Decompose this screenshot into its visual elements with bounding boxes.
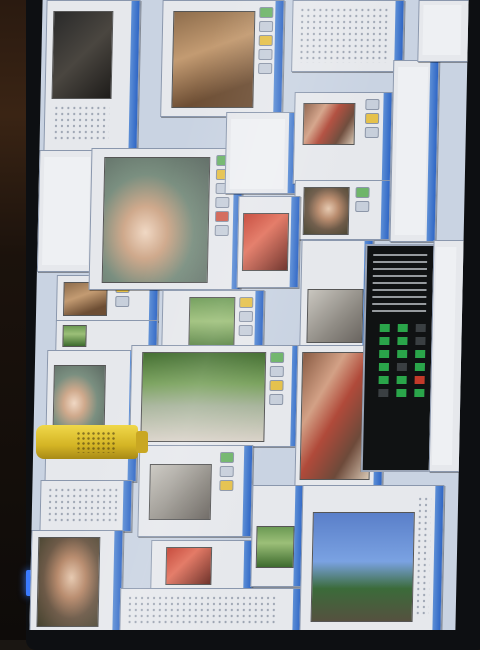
photo-window[interactable] [250,485,305,587]
window-buttons [257,7,274,110]
window-content [422,5,462,55]
photo-window[interactable] [389,60,440,242]
window-content [42,157,91,265]
photo-window[interactable] [129,345,302,447]
yellow-bottle [36,425,148,459]
photo-window[interactable] [160,0,285,117]
window-controls [414,496,432,616]
photo-window[interactable] [299,240,374,347]
photo-window[interactable] [119,588,303,630]
photo-window[interactable] [150,540,254,590]
window-buttons [364,99,380,177]
photo-window[interactable] [292,92,393,184]
photo-thumbnail [255,526,295,568]
photo-window[interactable] [43,0,141,152]
photo-thumbnail [101,157,211,283]
photo-thumbnail [302,103,356,145]
window-titlebar[interactable] [273,1,284,116]
activity-indicators [378,324,426,397]
photo-window[interactable] [39,480,133,532]
photo-thumbnail [241,213,290,271]
photo-thumbnail [62,325,87,347]
photo-window[interactable] [137,445,254,537]
monitor-screen [29,0,469,630]
window-titlebar[interactable] [432,486,444,630]
photo-window[interactable] [291,0,405,72]
photo-thumbnail [310,512,415,622]
window-titlebar[interactable] [380,181,390,239]
photo-window[interactable] [417,0,469,62]
photo-window[interactable] [29,530,124,630]
photo-thumbnail [51,11,114,99]
bottle-print [76,431,116,453]
window-titlebar[interactable] [289,197,300,287]
photo-thumbnail [148,464,212,520]
window-content [394,67,429,235]
photo-window[interactable] [299,485,445,630]
window-buttons [268,352,285,440]
window-controls [298,7,390,63]
photo-thumbnail [52,365,106,429]
photo-window[interactable] [44,350,140,482]
window-content [431,247,457,465]
photo-thumbnail [165,547,213,585]
photo-window[interactable] [224,112,299,194]
photo-window[interactable] [88,148,244,290]
window-content [229,119,286,189]
window-buttons [218,452,235,530]
photo-thumbnail [140,352,267,442]
photo-thumbnail [171,11,256,108]
photo-thumbnail [306,289,364,343]
window-controls [46,487,118,523]
bottle-cap [136,431,148,453]
window-controls [126,595,278,625]
window-titlebar[interactable] [426,61,439,241]
window-controls [52,105,110,141]
photo-window[interactable] [293,180,391,240]
activity-text [372,252,428,312]
window-titlebar[interactable] [122,481,132,531]
photo-window[interactable] [236,196,301,288]
activity-panel[interactable] [360,244,436,472]
window-buttons [355,187,370,233]
window-titlebar[interactable] [128,1,140,151]
photo-thumbnail [36,537,101,627]
photo-thumbnail [302,187,350,235]
